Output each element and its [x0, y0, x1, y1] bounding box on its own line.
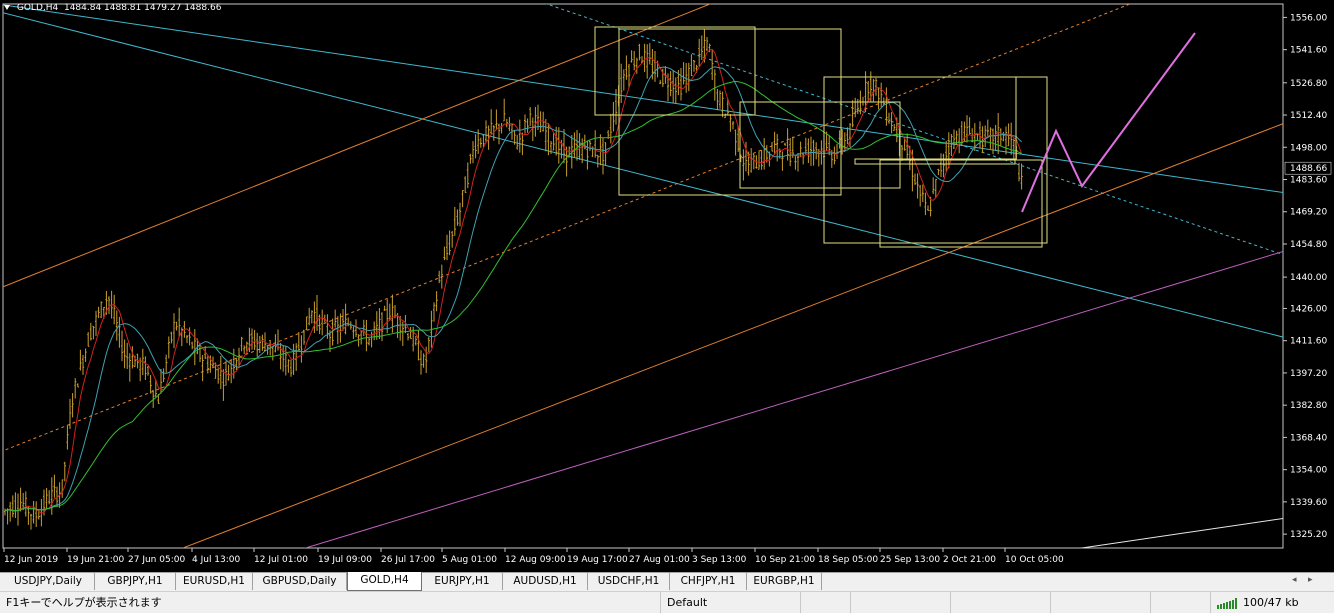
status-bar: F1キーでヘルプが表示されます Default 100/47 kb [0, 591, 1334, 613]
price-label: 1483.60 [1290, 176, 1327, 186]
connection-status[interactable]: 100/47 kb [1210, 592, 1334, 613]
profile-name: Default [660, 592, 800, 613]
time-label: 18 Sep 05:00 [818, 555, 878, 565]
connection-bars-icon [1217, 597, 1237, 609]
time-label: 12 Aug 09:00 [505, 555, 566, 565]
price-label: 1354.00 [1290, 466, 1327, 476]
current-price-label: 1488.66 [1290, 164, 1327, 174]
status-cell-empty-5 [1150, 592, 1210, 613]
price-label: 1382.80 [1290, 401, 1327, 411]
projection-path [1021, 32, 1196, 213]
price-label: 1498.00 [1290, 143, 1327, 153]
price-label: 1454.80 [1290, 240, 1327, 250]
time-label: 26 Jul 17:00 [381, 555, 435, 565]
consolidation-box [879, 159, 1043, 248]
price-label: 1541.60 [1290, 46, 1327, 56]
time-label: 10 Oct 05:00 [1005, 555, 1064, 565]
tab-eurgbp-h1[interactable]: EURGBP,H1 [747, 573, 822, 590]
tab-gbpusd-daily[interactable]: GBPUSD,Daily [253, 573, 347, 590]
help-text: F1キーでヘルプが表示されます [6, 596, 162, 609]
plot-frame [2, 3, 1284, 549]
status-cell-empty-1 [800, 592, 850, 613]
status-cell-empty-2 [850, 592, 950, 613]
tab-chfjpy-h1[interactable]: CHFJPY,H1 [670, 573, 747, 590]
time-label: 27 Jun 05:00 [128, 555, 185, 565]
price-label: 1526.80 [1290, 79, 1327, 89]
price-label: 1469.20 [1290, 208, 1327, 218]
chart-window[interactable]: 1556.00 1541.60 1526.80 1512.40 1498.00 1483.… [0, 0, 1334, 572]
scroll-left-icon[interactable]: ◂ [1292, 575, 1297, 585]
time-label: 12 Jun 2019 [4, 555, 58, 565]
time-label: 19 Jun 21:00 [67, 555, 124, 565]
price-label: 1339.60 [1290, 498, 1327, 508]
time-label: 10 Sep 21:00 [755, 555, 815, 565]
tab-usdjpy-daily[interactable]: USDJPY,Daily [2, 573, 95, 590]
plot-objects [3, 4, 1283, 548]
price-label: 1440.00 [1290, 273, 1327, 283]
price-chart[interactable]: 1556.00 1541.60 1526.80 1512.40 1498.00 1483.… [0, 0, 1334, 572]
dropdown-triangle-icon[interactable] [4, 5, 10, 10]
time-label: 3 Sep 13:00 [692, 555, 747, 565]
time-label: 25 Sep 13:00 [880, 555, 940, 565]
symbol-label: GOLD,H4 [16, 3, 59, 13]
status-cell-empty-3 [950, 592, 1050, 613]
price-label: 1411.60 [1290, 337, 1327, 347]
price-label: 1512.40 [1290, 111, 1327, 121]
price-label: 1426.00 [1290, 304, 1327, 314]
white-trend-line [1078, 517, 1283, 548]
time-label: 12 Jul 01:00 [254, 555, 308, 565]
status-cell-empty-4 [1050, 592, 1150, 613]
time-label: 19 Aug 17:00 [567, 555, 628, 565]
price-label: 1325.20 [1290, 530, 1327, 540]
time-label: 5 Aug 01:00 [442, 555, 497, 565]
chart-tab-bar: USDJPY,Daily GBPJPY,H1 EURUSD,H1 GBPUSD,Dai… [0, 572, 1334, 591]
price-label: 1397.20 [1290, 369, 1327, 379]
price-label: 1368.40 [1290, 433, 1327, 443]
magenta-support-line [303, 250, 1283, 548]
time-label: 2 Oct 21:00 [943, 555, 996, 565]
tab-usdchf-h1[interactable]: USDCHF,H1 [588, 573, 670, 590]
time-label: 4 Jul 13:00 [192, 555, 241, 565]
orange-channel-mid [3, 4, 1132, 452]
ma-fast-line [4, 48, 1023, 514]
ohlc-values: 1484.84 1488.81 1479.27 1488.66 [63, 3, 222, 13]
traffic-value: 100/47 kb [1243, 596, 1299, 609]
ma-mid-line [4, 66, 1022, 512]
tab-audusd-h1[interactable]: AUDUSD,H1 [503, 573, 588, 590]
tab-gbpjpy-h1[interactable]: GBPJPY,H1 [95, 573, 176, 590]
tab-eurusd-h1[interactable]: EURUSD,H1 [176, 573, 253, 590]
tab-gold-h4[interactable]: GOLD,H4 [347, 572, 422, 591]
price-label: 1556.00 [1290, 13, 1327, 23]
tab-eurjpy-h1[interactable]: EURJPY,H1 [422, 573, 503, 590]
time-label: 27 Aug 01:00 [629, 555, 690, 565]
ma-slow-line [4, 80, 1022, 512]
cyan-channel-upper [3, 4, 1283, 194]
scroll-right-icon[interactable]: ▸ [1308, 575, 1313, 585]
time-label: 19 Jul 09:00 [318, 555, 372, 565]
chart-header: GOLD,H4 1484.84 1488.81 1479.27 1488.66 [4, 3, 221, 13]
